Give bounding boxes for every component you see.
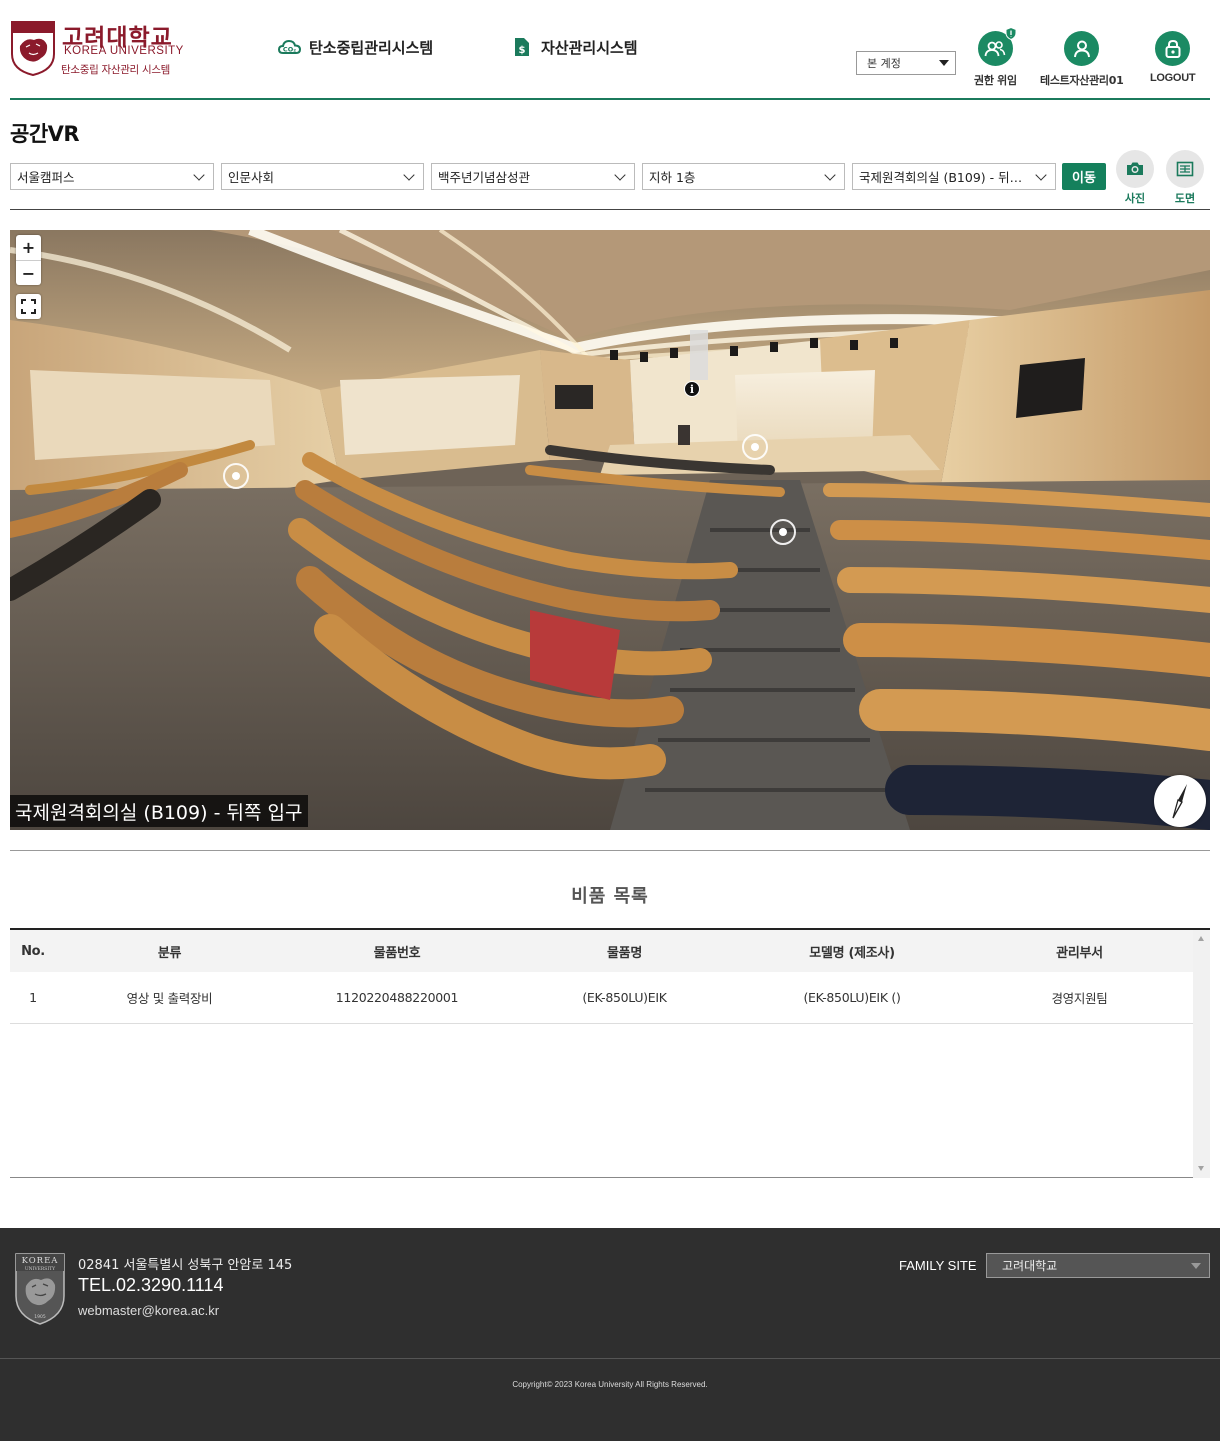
chevron-down-icon [614, 169, 626, 181]
table-header-row: No. 분류 물품번호 물품명 모델명 (제조사) 관리부서 [10, 930, 1193, 972]
cell-item-name: (EK-850LU)EIK [582, 990, 667, 1005]
area-select[interactable]: 인문사회 [221, 163, 424, 190]
vr-hotspot[interactable] [223, 463, 249, 489]
delegate-permission-label: 권한 위임 [974, 74, 1017, 87]
info-icon[interactable]: i [684, 381, 700, 397]
cell-model: (EK-850LU)EIK () [803, 990, 901, 1005]
vr-panorama-viewer[interactable]: + − i 국제원격회의실 (B109) - 뒤쪽 입구 [10, 230, 1210, 830]
vr-scene-caption: 국제원격회의실 (B109) - 뒤쪽 입구 [10, 795, 309, 827]
dollar-document-icon: $ [515, 38, 529, 56]
nav-carbon-neutral-system[interactable]: CO₂ 탄소중립관리시스템 [278, 36, 433, 58]
lock-icon [1155, 31, 1191, 66]
caret-down-icon [1191, 1263, 1201, 1269]
column-header-no: No. [21, 943, 45, 959]
nav-carbon-label: 탄소중립관리시스템 [309, 38, 434, 57]
zoom-control: + − [16, 235, 41, 285]
column-header-item-name: 물품명 [607, 945, 642, 961]
footer-crest-text: KOREA [22, 1256, 59, 1266]
campus-select[interactable]: 서울캠퍼스 [10, 163, 214, 190]
site-header: 고려대학교 KOREA UNIVERSITY 탄소중립 자산관리 시스템 CO₂… [10, 0, 1210, 100]
chevron-down-icon [824, 169, 836, 181]
cell-item-number: 1120220488220001 [335, 990, 459, 1005]
footer-email[interactable]: webmaster@korea.ac.kr [78, 1303, 219, 1318]
photo-label: 사진 [1124, 192, 1146, 205]
logout-button[interactable]: LOGOUT [1150, 31, 1196, 84]
family-site-select[interactable]: 고려대학교 [986, 1253, 1210, 1278]
fullscreen-icon [21, 299, 36, 314]
floorplan-button[interactable]: 도면 [1166, 150, 1204, 206]
floorplan-label: 도면 [1174, 192, 1196, 205]
column-header-category: 분류 [157, 945, 182, 961]
svg-text:CO₂: CO₂ [283, 46, 296, 54]
floor-select[interactable]: 지하 1층 [642, 163, 845, 190]
table-scrollbar[interactable] [1193, 930, 1210, 1178]
user-icon [1064, 31, 1100, 66]
university-crest-icon [11, 21, 55, 76]
nav-asset-label: 자산관리시스템 [541, 38, 638, 57]
caret-down-icon [939, 60, 949, 66]
building-select-value: 백주년기념삼성관 [438, 170, 531, 185]
chevron-down-icon [193, 169, 205, 181]
items-table: No. 분류 물품번호 물품명 모델명 (제조사) 관리부서 1 영상 및 출력… [10, 928, 1210, 1178]
brand-title-en: KOREA UNIVERSITY [64, 45, 184, 57]
table-row[interactable]: 1 영상 및 출력장비 1120220488220001 (EK-850LU)E… [10, 972, 1193, 1024]
building-select[interactable]: 백주년기념삼성관 [431, 163, 635, 190]
footer-divider [0, 1358, 1220, 1359]
account-select-value: 본 계정 [867, 57, 901, 70]
svg-text:$: $ [519, 45, 526, 56]
logout-label: LOGOUT [1150, 72, 1196, 84]
zoom-out-button[interactable]: − [16, 260, 41, 285]
scroll-up-arrow-icon[interactable] [1198, 936, 1204, 941]
nav-asset-system[interactable]: $ 자산관리시스템 [510, 36, 638, 58]
cell-no: 1 [29, 990, 37, 1005]
delegate-permission-button[interactable]: 권한 위임 [974, 27, 1017, 88]
scroll-down-arrow-icon[interactable] [1198, 1166, 1204, 1171]
footer-phone: TEL.02.3290.1114 [78, 1275, 224, 1295]
site-footer: KOREA UNIVERSITY 1905 02841 서울특별시 성북구 안암… [0, 1228, 1220, 1441]
room-select[interactable]: 국제원격회의실 (B109) - 뒤쪽 입구 [852, 163, 1056, 190]
footer-crest-icon: KOREA UNIVERSITY 1905 [15, 1253, 65, 1325]
space-filter-bar: 서울캠퍼스 인문사회 백주년기념삼성관 지하 1층 국제원격회의실 (B109)… [10, 150, 1210, 210]
page-title: 공간VR [10, 122, 80, 146]
family-site-value: 고려대학교 [1002, 1259, 1058, 1273]
chevron-down-icon [403, 169, 415, 181]
column-header-item-number: 물품번호 [373, 945, 421, 961]
column-header-department: 관리부서 [1056, 945, 1103, 961]
room-select-value: 국제원격회의실 (B109) - 뒤쪽 입구 [859, 170, 1049, 185]
user-name-label: 테스트자산관리01 [1040, 74, 1124, 87]
footer-crest-year: 1905 [34, 1314, 46, 1320]
vr-hotspot[interactable] [770, 519, 796, 545]
brand-subtitle: 탄소중립 자산관리 시스템 [61, 64, 171, 76]
footer-address: 02841 서울특별시 성북구 안암로 145 [78, 1258, 293, 1273]
camera-icon [1116, 150, 1154, 188]
campus-select-value: 서울캠퍼스 [17, 170, 75, 185]
account-select[interactable]: 본 계정 [856, 51, 956, 75]
vr-hotspot[interactable] [742, 434, 768, 460]
family-site-label: FAMILY SITE [899, 1258, 977, 1273]
zoom-in-button[interactable]: + [16, 235, 41, 260]
compass-icon[interactable] [1154, 775, 1206, 827]
shield-badge-icon [1005, 27, 1017, 40]
university-logo[interactable]: 고려대학교 KOREA UNIVERSITY 탄소중립 자산관리 시스템 [10, 18, 190, 80]
auditorium-panorama-image [10, 230, 1210, 830]
floorplan-icon [1166, 150, 1204, 188]
cell-department: 경영지원팀 [1051, 991, 1108, 1006]
user-profile-button[interactable]: 테스트자산관리01 [1040, 31, 1124, 88]
go-button[interactable]: 이동 [1062, 163, 1106, 190]
column-header-model: 모델명 (제조사) [809, 945, 895, 961]
floor-select-value: 지하 1층 [649, 170, 696, 185]
delegate-users-icon [977, 27, 1017, 66]
items-section-title: 비품 목록 [571, 886, 649, 907]
photo-button[interactable]: 사진 [1116, 150, 1154, 206]
co2-cloud-icon: CO₂ [278, 39, 302, 54]
area-select-value: 인문사회 [228, 170, 275, 185]
fullscreen-button[interactable] [16, 294, 41, 319]
cell-category: 영상 및 출력장비 [126, 991, 213, 1006]
footer-copyright: Copyright© 2023 Korea University All Rig… [512, 1380, 708, 1389]
footer-crest-subtext: UNIVERSITY [25, 1266, 56, 1272]
section-divider [10, 850, 1210, 851]
